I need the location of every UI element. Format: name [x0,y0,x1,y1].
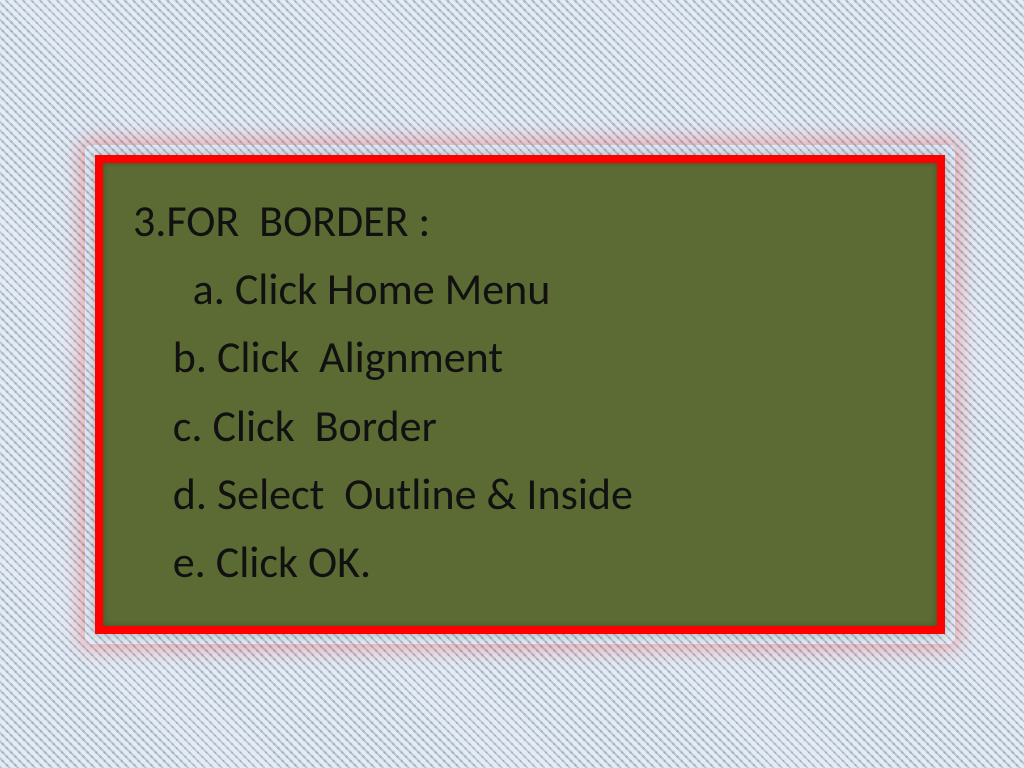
instruction-box: 3.FOR BORDER : a. Click Home Menu b. Cli… [95,155,945,634]
slide-background: 3.FOR BORDER : a. Click Home Menu b. Cli… [0,0,1024,768]
instruction-step-a: a. Click Home Menu [133,255,907,323]
content-glow: 3.FOR BORDER : a. Click Home Menu b. Cli… [85,145,955,644]
instruction-step-c: c. Click Border [133,392,907,460]
instruction-step-e: e. Click OK. [133,528,907,596]
instruction-heading: 3.FOR BORDER : [133,187,907,255]
instruction-step-b: b. Click Alignment [133,323,907,391]
instruction-step-d: d. Select Outline & Inside [133,460,907,528]
